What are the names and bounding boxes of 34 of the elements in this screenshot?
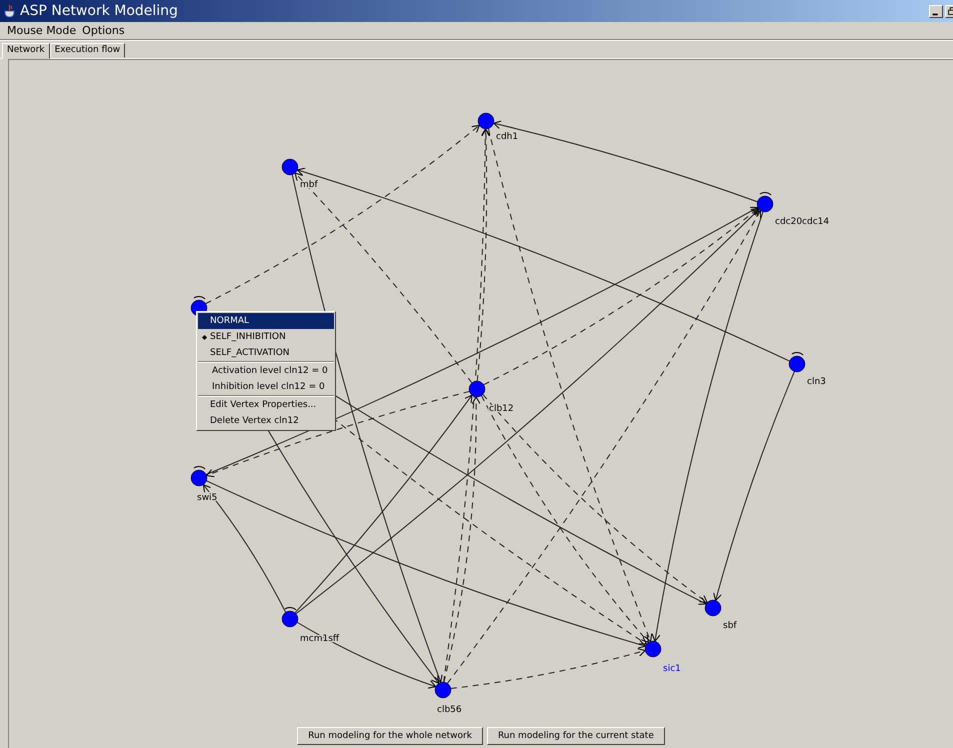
minimize-icon[interactable]	[929, 4, 943, 18]
run-button[interactable]: Run modeling for the whole network	[297, 727, 483, 745]
menu-item[interactable]: Options	[79, 24, 128, 37]
vertex-node[interactable]	[282, 610, 298, 628]
vertex-label: cln3	[807, 377, 826, 387]
menu-option[interactable]: NORMAL	[198, 313, 334, 329]
tab[interactable]: Network	[2, 43, 50, 59]
tab[interactable]: Execution flow	[50, 43, 126, 58]
vertex-node[interactable]	[468, 380, 486, 398]
menu-option[interactable]: SELF_ACTIVATION	[198, 345, 334, 361]
vertex-label: mbf	[300, 180, 318, 190]
vertex-label: cdc20cdc14	[775, 217, 830, 227]
run-button[interactable]: Run modeling for the current state	[486, 727, 665, 745]
vertex-node[interactable]	[434, 682, 452, 698]
vertex-label: sbf	[723, 621, 737, 631]
vertex-label: cdh1	[496, 132, 518, 142]
vertex-label: sic1	[663, 664, 681, 674]
menu-option[interactable]: Inhibition level cln12 = 0	[198, 379, 334, 395]
vertex-node[interactable]	[478, 112, 494, 130]
menu-item[interactable]: Mouse Mode	[4, 24, 80, 37]
vertex-node[interactable]	[788, 356, 806, 372]
menu-option[interactable]: Edit Vertex Properties...	[198, 397, 334, 413]
java-cup-icon	[4, 4, 16, 18]
window-title: ASP Network Modeling	[20, 3, 178, 19]
menu-option[interactable]: Activation level cln12 = 0	[198, 363, 334, 379]
menu-option[interactable]: SELF_INHIBITION	[198, 329, 334, 345]
menu-option[interactable]: Delete Vertex cln12	[198, 413, 334, 429]
vertex-node[interactable]	[756, 196, 774, 212]
vertex-node[interactable]	[282, 158, 298, 176]
vertex-label: clb12	[489, 404, 514, 414]
vertex-label: clb56	[437, 705, 462, 715]
vertex-node[interactable]	[704, 600, 722, 616]
vertex-node[interactable]	[190, 470, 208, 486]
vertex-node[interactable]	[644, 640, 662, 658]
